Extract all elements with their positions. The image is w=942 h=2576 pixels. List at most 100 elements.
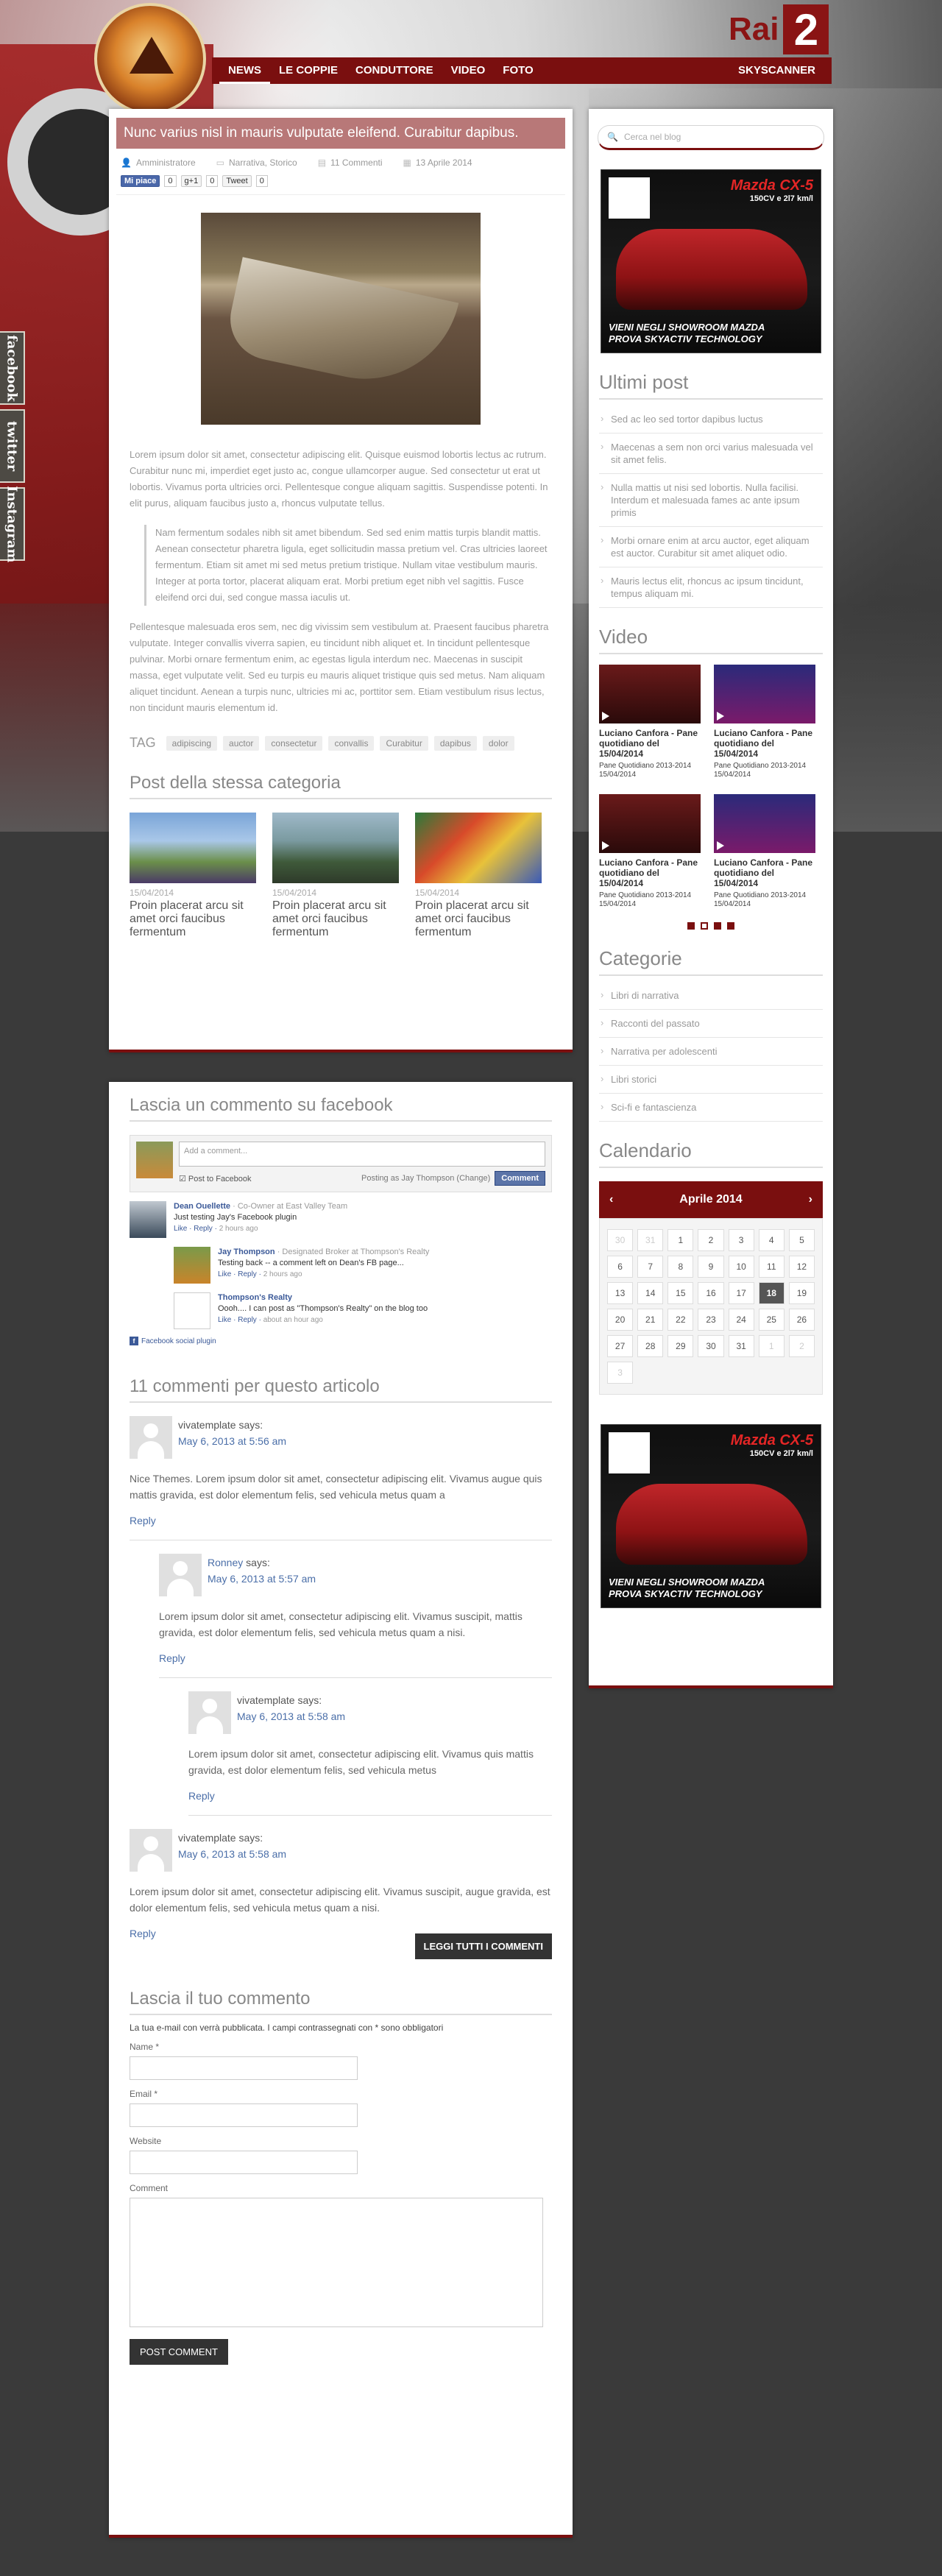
calendar-day[interactable]: 1: [667, 1229, 694, 1251]
recent-post-link[interactable]: Morbi ornare enim at arcu auctor, eget a…: [599, 527, 823, 567]
calendar-day[interactable]: 21: [637, 1309, 664, 1331]
calendar-day[interactable]: 8: [667, 1256, 694, 1278]
tag[interactable]: auctor: [223, 735, 260, 751]
calendar-day[interactable]: 30: [607, 1229, 634, 1251]
calendar-prev-button[interactable]: ‹: [609, 1193, 613, 1206]
recent-post-link[interactable]: Mauris lectus elit, rhoncus ac ipsum tin…: [599, 567, 823, 608]
reply-link[interactable]: Reply: [188, 1790, 552, 1802]
video-item[interactable]: Luciano Canfora - Pane quotidiano del 15…: [599, 665, 701, 779]
calendar-day[interactable]: 2: [788, 1335, 815, 1357]
facebook-tab[interactable]: facebook: [0, 331, 25, 405]
calendar-day[interactable]: 3: [607, 1362, 634, 1384]
video-item[interactable]: Luciano Canfora - Pane quotidiano del 15…: [714, 794, 815, 909]
site-logo[interactable]: [94, 3, 206, 115]
recent-post-link[interactable]: Sed ac leo sed tortor dapibus luctus: [599, 406, 823, 434]
post-to-fb-checkbox[interactable]: ☑ Post to Facebook: [179, 1174, 252, 1183]
tag[interactable]: dapibus: [433, 735, 477, 751]
tweet-button[interactable]: Tweet: [222, 175, 252, 187]
fb-comment-actions[interactable]: Like · Reply ·: [218, 1270, 261, 1278]
calendar-day[interactable]: 17: [728, 1282, 754, 1304]
website-field[interactable]: [130, 2151, 358, 2174]
nav-video[interactable]: VIDEO: [442, 57, 495, 84]
calendar-day[interactable]: 26: [788, 1309, 815, 1331]
reply-link[interactable]: Reply: [159, 1652, 552, 1664]
post-author[interactable]: Amministratore: [136, 158, 196, 168]
tag[interactable]: dolor: [482, 735, 514, 751]
fb-comment-actions[interactable]: Like · Reply ·: [174, 1225, 217, 1233]
tag[interactable]: adipiscing: [166, 735, 218, 751]
calendar-day[interactable]: 31: [637, 1229, 664, 1251]
fb-comment-button[interactable]: Comment: [495, 1171, 545, 1186]
calendar-day[interactable]: 29: [667, 1335, 694, 1357]
fb-comment-actions[interactable]: Like · Reply ·: [218, 1316, 261, 1324]
comment-date[interactable]: May 6, 2013 at 5:56 am: [178, 1435, 286, 1447]
calendar-day[interactable]: 18: [758, 1282, 785, 1304]
related-title[interactable]: Proin placerat arcu sit amet orci faucib…: [272, 899, 399, 939]
twitter-tab[interactable]: twitter: [0, 409, 25, 483]
related-thumb[interactable]: [272, 813, 399, 883]
calendar-day[interactable]: 31: [728, 1335, 754, 1357]
comment-date[interactable]: May 6, 2013 at 5:58 am: [178, 1848, 286, 1860]
reply-link[interactable]: Reply: [130, 1515, 552, 1526]
recent-post-link[interactable]: Maecenas a sem non orci varius malesuada…: [599, 434, 823, 474]
related-thumb[interactable]: [415, 813, 542, 883]
related-post[interactable]: 15/04/2014 Proin placerat arcu sit amet …: [415, 813, 542, 939]
calendar-day[interactable]: 27: [607, 1335, 634, 1357]
category-link[interactable]: Racconti del passato: [599, 1010, 823, 1038]
pager-dot[interactable]: [687, 922, 695, 930]
category-link[interactable]: Narrativa per adolescenti: [599, 1038, 823, 1066]
pager-dot[interactable]: [714, 922, 721, 930]
calendar-day[interactable]: 14: [637, 1282, 664, 1304]
video-item[interactable]: Luciano Canfora - Pane quotidiano del 15…: [714, 665, 815, 779]
calendar-day[interactable]: 3: [728, 1229, 754, 1251]
comment-author[interactable]: Ronney: [208, 1557, 243, 1568]
related-title[interactable]: Proin placerat arcu sit amet orci faucib…: [130, 899, 256, 939]
calendar-day[interactable]: 28: [637, 1335, 664, 1357]
video-thumb[interactable]: [599, 794, 701, 853]
pager-dot[interactable]: [727, 922, 734, 930]
calendar-day[interactable]: 23: [698, 1309, 724, 1331]
calendar-day[interactable]: 16: [698, 1282, 724, 1304]
tag[interactable]: convallis: [328, 735, 375, 751]
search-input[interactable]: 🔍 Cerca nel blog: [598, 125, 824, 150]
related-post[interactable]: 15/04/2014 Proin placerat arcu sit amet …: [272, 813, 399, 939]
fb-social-plugin[interactable]: f Facebook social plugin: [130, 1337, 552, 1345]
fb-comment-author[interactable]: Thompson's Realty: [218, 1293, 292, 1302]
calendar-day[interactable]: 1: [758, 1335, 785, 1357]
nav-conduttore[interactable]: CONDUTTORE: [347, 57, 442, 84]
fb-comment-author[interactable]: Dean Ouellette: [174, 1202, 230, 1211]
calendar-day[interactable]: 15: [667, 1282, 694, 1304]
calendar-day[interactable]: 9: [698, 1256, 724, 1278]
calendar-day[interactable]: 22: [667, 1309, 694, 1331]
post-comments-count[interactable]: 11 Commenti: [330, 158, 382, 168]
comment-date[interactable]: May 6, 2013 at 5:58 am: [237, 1710, 345, 1722]
calendar-day[interactable]: 12: [788, 1256, 815, 1278]
tag[interactable]: Curabitur: [380, 735, 428, 751]
category-link[interactable]: Libri storici: [599, 1066, 823, 1094]
calendar-day[interactable]: 24: [728, 1309, 754, 1331]
name-field[interactable]: [130, 2056, 358, 2080]
video-thumb[interactable]: [714, 665, 815, 723]
mazda-ad[interactable]: Mazda CX-5 150CV e 2l7 km/l VIENI NEGLI …: [601, 169, 821, 353]
video-thumb[interactable]: [599, 665, 701, 723]
tag[interactable]: consectetur: [265, 735, 323, 751]
nav-skyscanner[interactable]: SKYSCANNER: [729, 57, 824, 84]
nav-le-coppie[interactable]: LE COPPIE: [270, 57, 347, 84]
category-link[interactable]: Sci-fi e fantascienza: [599, 1094, 823, 1122]
fb-like-button[interactable]: Mi piace: [121, 175, 160, 187]
calendar-day[interactable]: 10: [728, 1256, 754, 1278]
nav-foto[interactable]: FOTO: [494, 57, 542, 84]
recent-post-link[interactable]: Nulla mattis ut nisi sed lobortis. Nulla…: [599, 474, 823, 527]
comment-date[interactable]: May 6, 2013 at 5:57 am: [208, 1573, 316, 1585]
post-comment-button[interactable]: POST COMMENT: [130, 2339, 228, 2365]
calendar-day[interactable]: 4: [758, 1229, 785, 1251]
fb-comment-author[interactable]: Jay Thompson: [218, 1248, 275, 1256]
calendar-day[interactable]: 20: [607, 1309, 634, 1331]
email-field[interactable]: [130, 2103, 358, 2127]
gplus-button[interactable]: g+1: [180, 175, 202, 187]
calendar-day[interactable]: 11: [758, 1256, 785, 1278]
post-title[interactable]: Nunc varius nisl in mauris vulputate ele…: [116, 118, 565, 149]
post-category[interactable]: Narrativa, Storico: [229, 158, 297, 168]
nav-news[interactable]: NEWS: [219, 57, 270, 84]
category-link[interactable]: Libri di narrativa: [599, 982, 823, 1010]
